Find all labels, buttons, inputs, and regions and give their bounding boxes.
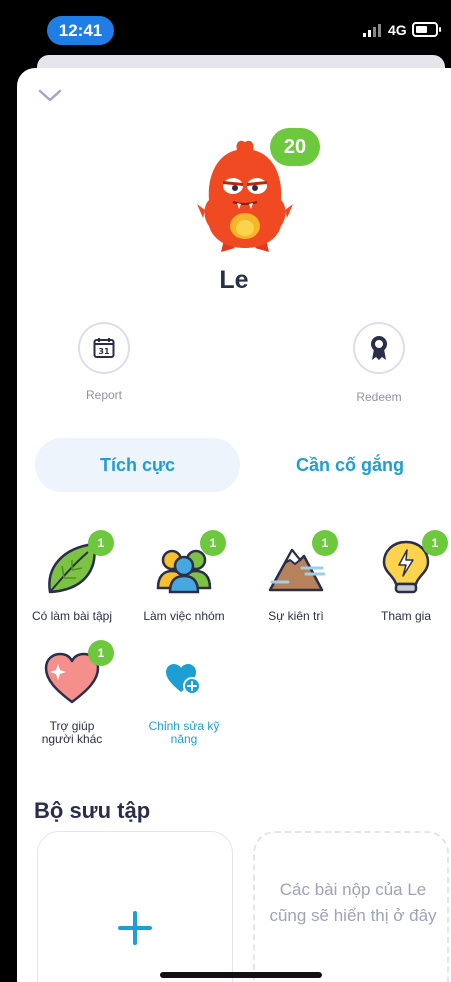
skill-perseverance[interactable]: 1 Sự kiên trì xyxy=(241,530,351,623)
edit-skills-button[interactable]: Chỉnh sửa kỹ năng xyxy=(129,648,239,746)
tab-needs-work[interactable]: Cần cố gắng xyxy=(255,438,445,492)
skill-count-badge: 1 xyxy=(422,530,448,556)
skill-label: Trợ giúp người khác xyxy=(41,719,103,746)
student-sheet: 20 Le 31 Report Redeem Tích cực Cần cố g… xyxy=(17,68,451,982)
redeem-button[interactable]: Redeem xyxy=(334,322,424,404)
award-ribbon-icon xyxy=(371,336,387,360)
skill-helping-others[interactable]: 1 Trợ giúp người khác xyxy=(17,640,127,746)
points-badge: 20 xyxy=(270,128,320,166)
feedback-tabs: Tích cực Cần cố gắng xyxy=(35,438,445,492)
report-label: Report xyxy=(85,388,123,402)
heart-plus-icon xyxy=(166,664,201,695)
status-time: 12:41 xyxy=(47,16,114,45)
skill-count-badge: 1 xyxy=(88,640,114,666)
calendar-icon: 31 xyxy=(93,338,115,358)
report-circle[interactable]: 31 xyxy=(78,322,130,374)
tab-positive[interactable]: Tích cực xyxy=(35,438,240,492)
add-submission-card[interactable] xyxy=(37,831,233,982)
skill-label: Có làm bài tậpj xyxy=(31,609,113,623)
skill-count-badge: 1 xyxy=(200,530,226,556)
network-type: 4G xyxy=(388,22,407,38)
svg-text:31: 31 xyxy=(98,347,110,356)
plus-icon xyxy=(118,911,152,945)
status-bar: 12:41 4G xyxy=(0,0,451,62)
home-indicator[interactable] xyxy=(160,972,322,978)
skill-label: Làm việc nhóm xyxy=(143,609,225,623)
skill-count-badge: 1 xyxy=(312,530,338,556)
chevron-down-icon[interactable] xyxy=(37,86,63,106)
student-name: Le xyxy=(219,266,249,294)
skill-teamwork[interactable]: 1 Làm việc nhóm xyxy=(129,530,239,623)
skill-label: Tham gia xyxy=(380,609,432,623)
skill-label: Chỉnh sửa kỹ năng xyxy=(148,719,220,746)
battery-icon xyxy=(412,22,441,37)
report-button[interactable]: 31 Report xyxy=(59,322,149,402)
empty-submission-card: Các bài nộp của Le cũng sẽ hiển thị ở đâ… xyxy=(253,831,449,982)
empty-message: Các bài nộp của Le cũng sẽ hiển thị ở đâ… xyxy=(269,880,437,925)
redeem-label: Redeem xyxy=(356,390,402,404)
signal-icon xyxy=(363,24,381,37)
skill-count-badge: 1 xyxy=(88,530,114,556)
skill-homework[interactable]: 1 Có làm bài tậpj xyxy=(17,530,127,623)
redeem-circle[interactable] xyxy=(353,322,405,374)
collection-title: Bộ sưu tập xyxy=(34,798,151,823)
skill-label: Sự kiên trì xyxy=(268,609,324,623)
skill-participation[interactable]: 1 Tham gia xyxy=(351,530,451,623)
